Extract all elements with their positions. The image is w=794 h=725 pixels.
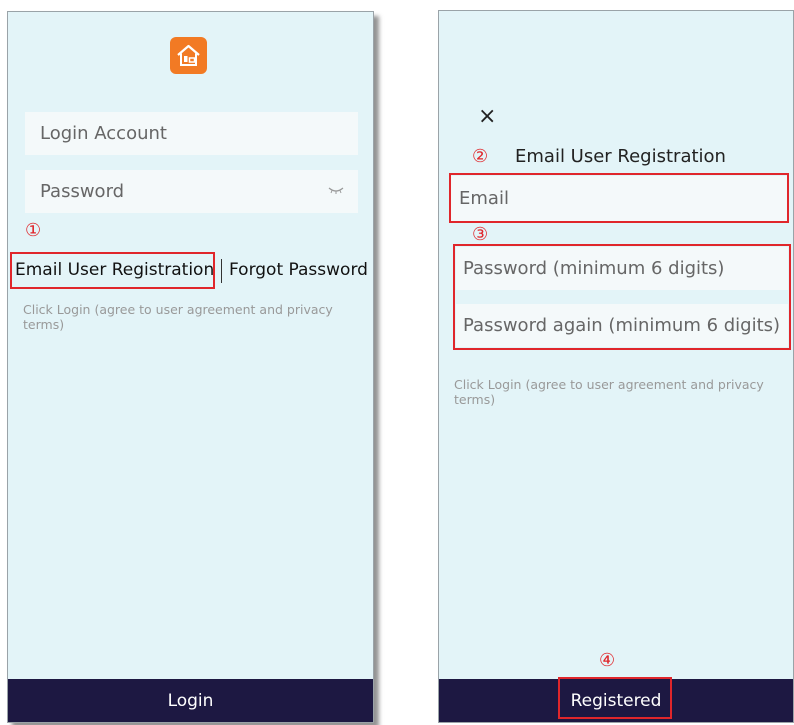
step-marker-2: ② (472, 146, 489, 167)
login-button-label: Login (167, 690, 214, 711)
step-marker-3: ③ (472, 224, 489, 245)
step-marker-4: ④ (599, 650, 616, 671)
login-screen: Login Account Password ① Email User Regi… (7, 11, 374, 723)
email-register-link[interactable]: Email User Registration (15, 260, 214, 280)
annotation-box-email (449, 173, 789, 223)
password-input[interactable]: Password (25, 170, 358, 213)
terms-text[interactable]: Click Login (agree to user agreement and… (23, 302, 368, 332)
password-placeholder: Password (40, 181, 125, 202)
page-title: Email User Registration (515, 146, 726, 167)
login-account-input[interactable]: Login Account (25, 112, 358, 155)
link-separator (221, 259, 222, 283)
annotation-box-passwords (453, 244, 791, 350)
close-icon[interactable]: × (478, 106, 496, 128)
eye-closed-icon[interactable] (328, 182, 344, 196)
step-marker-1: ① (25, 220, 42, 241)
house-logo-icon (170, 37, 207, 74)
terms-text[interactable]: Click Login (agree to user agreement and… (454, 377, 789, 407)
login-button[interactable]: Login (8, 679, 373, 722)
annotation-box-submit (558, 677, 672, 719)
registration-screen: × ② Email User Registration Email ③ Pass… (438, 10, 794, 723)
forgot-password-link[interactable]: Forgot Password (229, 260, 368, 280)
login-account-placeholder: Login Account (40, 123, 167, 144)
